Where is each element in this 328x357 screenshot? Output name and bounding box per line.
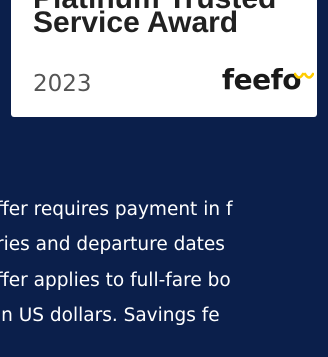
feefo-award-badge: Platinum Trusted Service Award 2023 feef…	[11, 0, 317, 117]
terms-line: ffer requires payment in f	[0, 199, 233, 220]
award-title-line-2: Service Award	[33, 6, 239, 39]
terms-line: in US dollars. Savings fe	[0, 305, 220, 326]
feefo-smile-icon	[294, 72, 314, 79]
award-year: 2023	[33, 71, 92, 97]
offer-terms-text: ffer requires payment in f ries and depa…	[0, 190, 328, 357]
feefo-logo-text: feefo	[221, 63, 302, 96]
terms-line: ffer applies to full-fare bo	[0, 270, 231, 291]
terms-line: ries and departure dates	[0, 234, 225, 255]
